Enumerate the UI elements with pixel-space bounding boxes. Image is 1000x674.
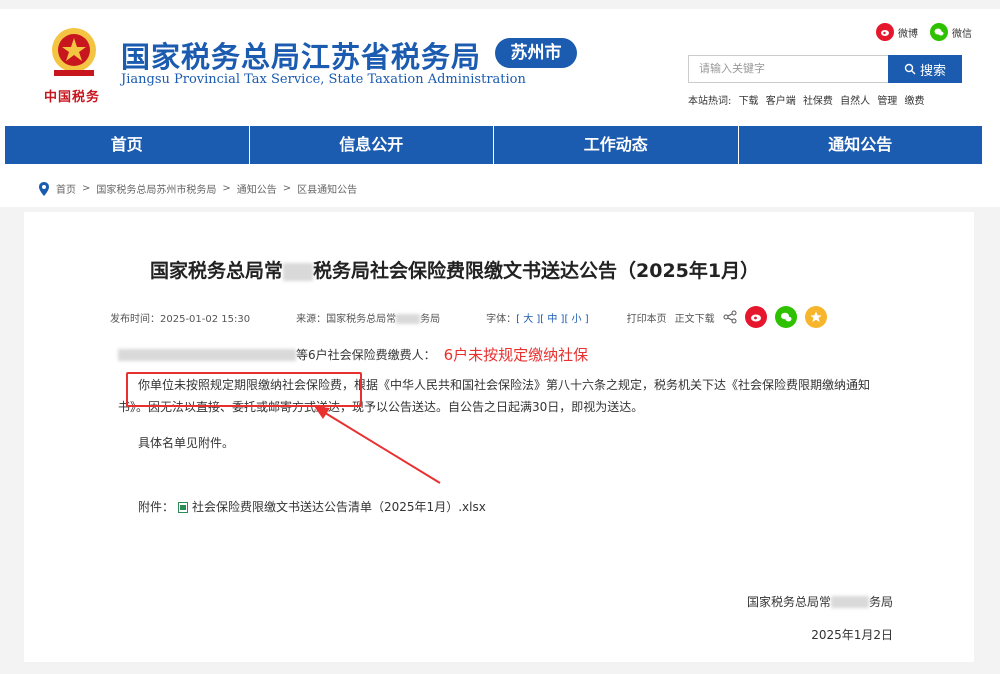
page: 中国税务 国家税务总局江苏省税务局 Jiangsu Provincial Tax…	[0, 0, 1000, 674]
attachment-link[interactable]: 社会保险费限缴文书送达公告清单（2025年1月）.xlsx	[192, 496, 486, 518]
annotation-arrow	[314, 406, 441, 484]
issuer-text: 国家税务总局常	[746, 595, 831, 609]
issuer-signature: 国家税务总局常 务局	[747, 593, 893, 610]
excel-file-icon	[178, 501, 189, 513]
attachment-label: 附件：	[138, 500, 175, 514]
issue-date: 2025年1月2日	[811, 628, 893, 642]
issuer-text: 务局	[868, 595, 893, 609]
list-note: 具体名单见附件。	[138, 436, 235, 450]
attachment-line: 附件： 社会保险费限缴文书送达公告清单（2025年1月）.xlsx	[138, 496, 486, 518]
redacted-block	[830, 595, 869, 608]
